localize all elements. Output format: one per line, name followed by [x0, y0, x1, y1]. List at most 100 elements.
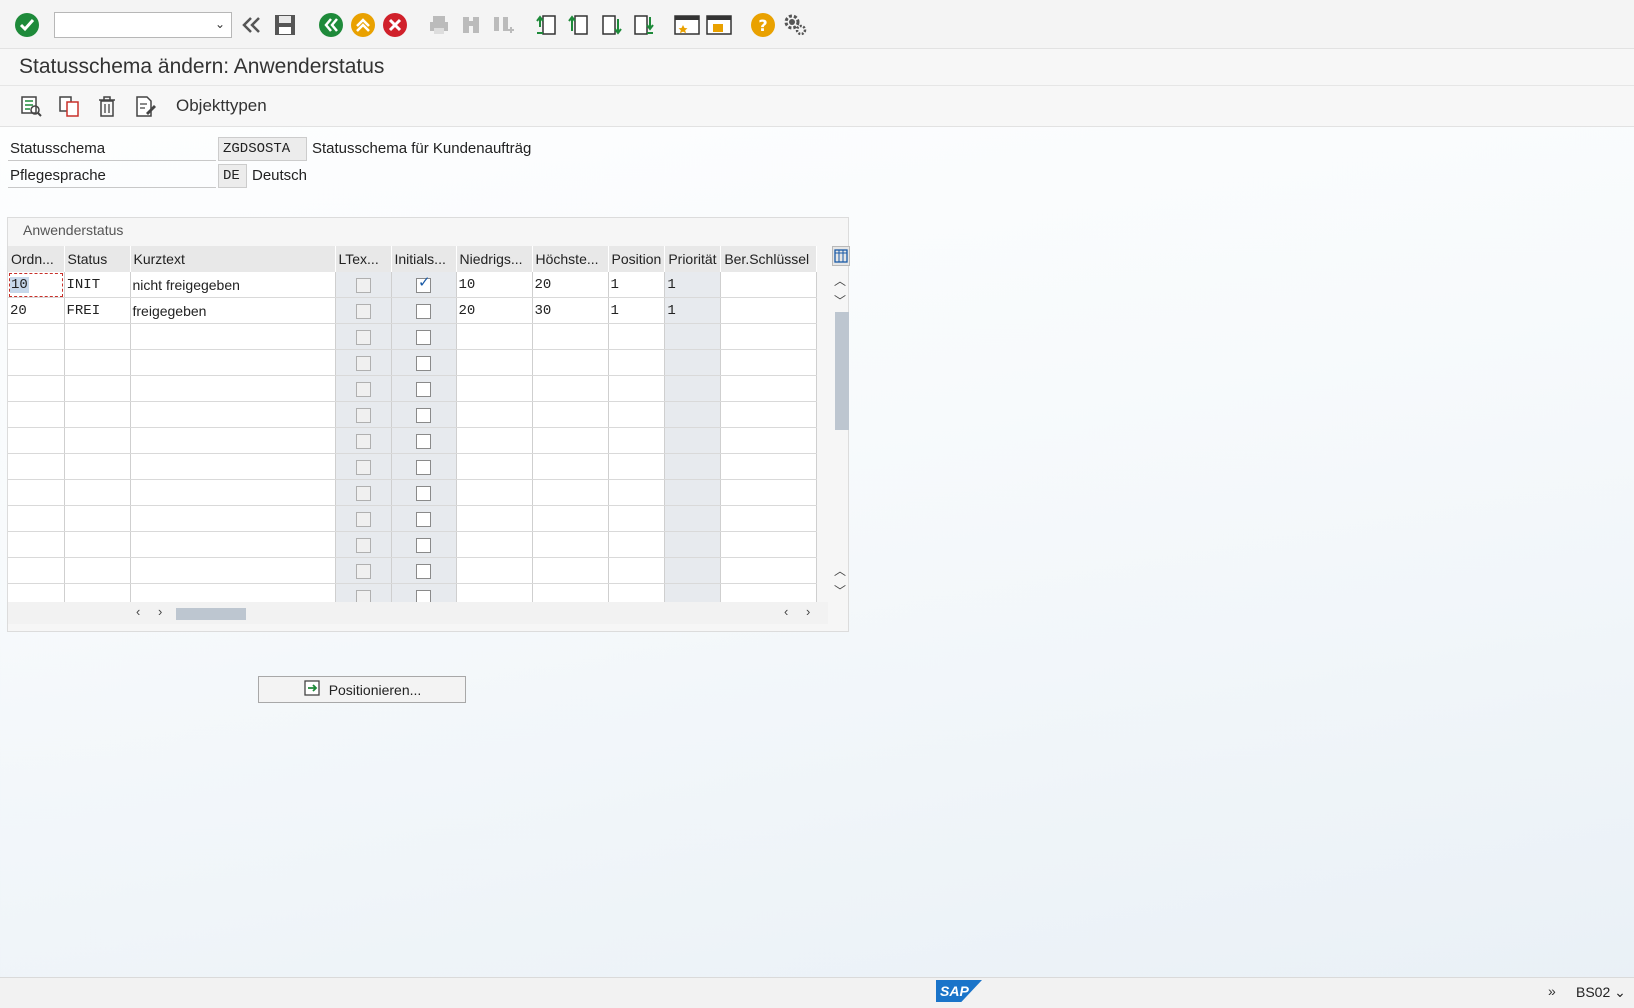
- hoechste-cell[interactable]: [532, 401, 609, 428]
- kurztext-cell[interactable]: [130, 531, 336, 558]
- niedrigste-cell[interactable]: [456, 401, 533, 428]
- position-cell[interactable]: [608, 453, 666, 480]
- initial-cell[interactable]: [391, 453, 457, 480]
- initial-cell[interactable]: ✓: [391, 272, 457, 298]
- position-cell[interactable]: [608, 401, 666, 428]
- prioritaet-cell[interactable]: [664, 323, 722, 350]
- table-row[interactable]: 20 FREI freigegeben 20 30 1 1: [8, 297, 818, 324]
- ordnung-cell[interactable]: [8, 479, 65, 506]
- vertical-scroll-thumb[interactable]: [835, 312, 849, 430]
- col-header-kurztext[interactable]: Kurztext: [130, 246, 336, 272]
- settings-icon[interactable]: [782, 12, 808, 38]
- kurztext-cell[interactable]: [130, 557, 336, 584]
- scroll-left-end-icon[interactable]: ‹: [784, 604, 788, 619]
- kurztext-cell[interactable]: [130, 427, 336, 454]
- hoechste-cell[interactable]: [532, 505, 609, 532]
- last-page-icon[interactable]: [630, 12, 656, 38]
- ordnung-cell[interactable]: 20: [8, 297, 65, 324]
- ordnung-cell[interactable]: [8, 427, 65, 454]
- berschluessel-cell[interactable]: [720, 401, 818, 428]
- position-cell[interactable]: [608, 531, 666, 558]
- kurztext-cell[interactable]: [130, 479, 336, 506]
- berschluessel-cell[interactable]: [720, 297, 818, 324]
- initial-checkbox[interactable]: [416, 485, 431, 501]
- ordnung-cell[interactable]: [8, 453, 65, 480]
- col-header-prioritaet[interactable]: Priorität: [664, 246, 722, 272]
- status-cell[interactable]: [64, 401, 131, 428]
- niedrigste-cell[interactable]: 10: [456, 272, 533, 298]
- kurztext-cell[interactable]: [130, 349, 336, 376]
- kurztext-cell[interactable]: [130, 453, 336, 480]
- back-icon[interactable]: [318, 12, 344, 38]
- table-row[interactable]: [8, 479, 818, 506]
- initial-cell[interactable]: [391, 401, 457, 428]
- berschluessel-cell[interactable]: [720, 505, 818, 532]
- table-row[interactable]: [8, 401, 818, 428]
- scroll-page-down-icon[interactable]: ﹀: [832, 582, 848, 600]
- prioritaet-cell[interactable]: [664, 453, 722, 480]
- initial-checkbox[interactable]: ✓: [416, 275, 431, 293]
- initial-cell[interactable]: [391, 323, 457, 350]
- prioritaet-cell[interactable]: 1: [664, 272, 722, 298]
- berschluessel-cell[interactable]: [720, 272, 818, 298]
- niedrigste-cell[interactable]: 20: [456, 297, 533, 324]
- niedrigste-cell[interactable]: [456, 505, 533, 532]
- shortcut-icon[interactable]: [706, 12, 732, 38]
- table-row[interactable]: [8, 349, 818, 376]
- col-header-ltext[interactable]: LTex...: [335, 246, 392, 272]
- prioritaet-cell[interactable]: [664, 349, 722, 376]
- kurztext-cell[interactable]: [130, 505, 336, 532]
- position-cell[interactable]: [608, 479, 666, 506]
- exit-icon[interactable]: [350, 12, 376, 38]
- prioritaet-cell[interactable]: [664, 479, 722, 506]
- initial-checkbox[interactable]: [416, 329, 431, 345]
- position-cell[interactable]: 1: [608, 297, 666, 324]
- initial-checkbox[interactable]: [416, 381, 431, 397]
- table-row[interactable]: [8, 427, 818, 454]
- status-cell[interactable]: [64, 375, 131, 402]
- col-header-ordnung[interactable]: Ordn...: [8, 246, 65, 272]
- table-row[interactable]: 10 INIT nicht freigegeben ✓ 10 20 1 1: [8, 272, 818, 298]
- prioritaet-cell[interactable]: [664, 401, 722, 428]
- initial-cell[interactable]: [391, 505, 457, 532]
- delete-icon[interactable]: [94, 93, 120, 119]
- niedrigste-cell[interactable]: [456, 531, 533, 558]
- prioritaet-cell[interactable]: [664, 557, 722, 584]
- position-cell[interactable]: [608, 349, 666, 376]
- expand-status-icon[interactable]: »: [1548, 983, 1556, 999]
- first-page-icon[interactable]: [534, 12, 560, 38]
- berschluessel-cell[interactable]: [720, 479, 818, 506]
- scroll-down-icon[interactable]: ﹀: [832, 292, 848, 310]
- find-next-icon[interactable]: [490, 12, 516, 38]
- col-header-initialstatus[interactable]: Initials...: [391, 246, 457, 272]
- copy-icon[interactable]: [56, 93, 82, 119]
- vertical-scrollbar[interactable]: ︿ ﹀ ︿ ﹀: [832, 246, 850, 620]
- save-icon[interactable]: [272, 12, 298, 38]
- status-cell[interactable]: [64, 505, 131, 532]
- scroll-right-icon[interactable]: ›: [158, 604, 162, 619]
- col-header-niedrigste[interactable]: Niedrigs...: [456, 246, 533, 272]
- col-header-status[interactable]: Status: [64, 246, 131, 272]
- hoechste-cell[interactable]: [532, 531, 609, 558]
- table-row[interactable]: [8, 453, 818, 480]
- hoechste-cell[interactable]: [532, 323, 609, 350]
- berschluessel-cell[interactable]: [720, 531, 818, 558]
- initial-checkbox[interactable]: [416, 459, 431, 475]
- col-header-hoechste[interactable]: Höchste...: [532, 246, 609, 272]
- ordnung-cell[interactable]: [8, 323, 65, 350]
- position-cell[interactable]: [608, 375, 666, 402]
- edit-details-icon[interactable]: [132, 93, 158, 119]
- scroll-right-end-icon[interactable]: ›: [806, 604, 810, 619]
- table-row[interactable]: [8, 323, 818, 350]
- niedrigste-cell[interactable]: [456, 349, 533, 376]
- command-field[interactable]: ⌄: [54, 12, 232, 38]
- prioritaet-cell[interactable]: [664, 531, 722, 558]
- hoechste-cell[interactable]: 30: [532, 297, 609, 324]
- position-cell[interactable]: [608, 557, 666, 584]
- table-row[interactable]: [8, 531, 818, 558]
- prioritaet-cell[interactable]: 1: [664, 297, 722, 324]
- hoechste-cell[interactable]: [532, 375, 609, 402]
- enter-icon[interactable]: [14, 12, 40, 38]
- print-icon[interactable]: [426, 12, 452, 38]
- back-double-icon[interactable]: [238, 12, 264, 38]
